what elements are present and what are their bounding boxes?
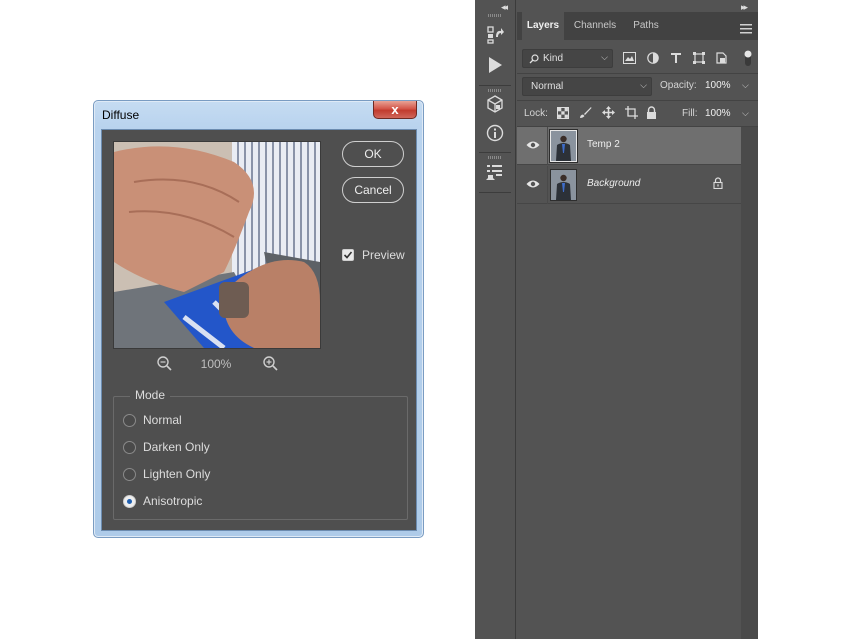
layers-scrollbar[interactable] <box>741 127 758 639</box>
filter-preview-image[interactable] <box>113 141 321 349</box>
layers-panel: Layers Channels Paths Kind ⌵ Normal ⌵ Op… <box>517 12 758 639</box>
radio-label: Normal <box>143 413 182 427</box>
tab-layers[interactable]: Layers <box>522 12 564 40</box>
tab-channels[interactable]: Channels <box>568 12 622 40</box>
mode-group: Mode Normal Darken Only Lighten Only Ani… <box>113 388 408 520</box>
filter-smart-object-icon[interactable] <box>715 52 727 64</box>
drag-grip-icon[interactable] <box>488 89 502 92</box>
panel-tabs: Layers Channels Paths <box>517 12 758 40</box>
drag-grip-icon[interactable] <box>488 14 502 17</box>
checkbox-checked-icon[interactable] <box>342 249 354 261</box>
radio-selected-icon[interactable] <box>123 495 136 508</box>
history-icon[interactable] <box>485 25 505 45</box>
layer-row-background[interactable]: Background <box>517 166 741 204</box>
eye-visibility-icon[interactable] <box>526 140 540 150</box>
radio-label: Anisotropic <box>143 494 203 508</box>
search-icon <box>529 54 539 64</box>
preview-label: Preview <box>362 248 405 262</box>
radio-icon[interactable] <box>123 414 136 427</box>
close-button[interactable]: x <box>373 101 417 119</box>
blend-mode-dropdown[interactable]: Normal ⌵ <box>522 77 652 96</box>
radio-icon[interactable] <box>123 441 136 454</box>
ok-button[interactable]: OK <box>342 141 404 167</box>
drag-grip-icon[interactable] <box>488 156 502 159</box>
filter-pixel-icon[interactable] <box>623 52 636 64</box>
filter-toggle-icon[interactable] <box>743 48 753 68</box>
zoom-out-icon[interactable] <box>156 355 174 373</box>
panel-menu-icon[interactable] <box>740 21 752 34</box>
preview-photo <box>114 142 320 348</box>
opacity-label: Opacity: <box>660 80 697 91</box>
layer-lock-icon[interactable] <box>713 177 723 189</box>
fill-label: Fill: <box>682 108 698 119</box>
radio-label: Lighten Only <box>143 467 211 481</box>
tab-paths[interactable]: Paths <box>626 12 666 40</box>
dialog-title: Diffuse <box>102 108 140 122</box>
blend-mode-value: Normal <box>531 81 564 92</box>
collapse-left-icon[interactable]: ◂◂ <box>501 2 508 13</box>
photoshop-panels: ◂◂ ▸▸ Layers Channels Paths Kind ⌵ Norma… <box>475 0 758 639</box>
chevron-down-icon: ⌵ <box>640 80 647 90</box>
play-actions-icon[interactable] <box>485 55 505 75</box>
lock-label: Lock: <box>524 108 548 119</box>
layer-name[interactable]: Background <box>587 178 640 189</box>
lock-image-pixels-icon[interactable] <box>579 106 592 119</box>
properties-icon[interactable] <box>485 162 505 182</box>
diffuse-dialog: Diffuse x 100% OK Cancel Preview Mode No… <box>93 100 424 538</box>
zoom-controls: 100% <box>156 355 286 373</box>
layer-row-temp-2[interactable]: Temp 2 <box>517 127 741 165</box>
layer-thumbnail[interactable] <box>550 169 577 201</box>
fill-chevron-icon[interactable]: ⌵ <box>742 108 749 119</box>
3d-cube-icon[interactable] <box>485 94 505 114</box>
zoom-in-icon[interactable] <box>262 355 280 373</box>
info-icon[interactable] <box>485 123 505 143</box>
zoom-level: 100% <box>200 357 232 371</box>
lock-transparent-pixels-icon[interactable] <box>557 107 569 119</box>
lock-artboard-icon[interactable] <box>625 106 638 119</box>
filter-shape-icon[interactable] <box>693 52 705 64</box>
dialog-body: 100% OK Cancel Preview Mode Normal Darke… <box>101 129 417 531</box>
chevron-down-icon: ⌵ <box>601 52 608 62</box>
lock-position-icon[interactable] <box>602 106 615 119</box>
filter-kind-dropdown[interactable]: Kind ⌵ <box>522 49 613 68</box>
layer-name[interactable]: Temp 2 <box>587 139 620 150</box>
radio-label: Darken Only <box>143 440 210 454</box>
layers-list: Temp 2 Background <box>517 127 758 639</box>
radio-icon[interactable] <box>123 468 136 481</box>
mode-legend: Mode <box>130 388 171 402</box>
lock-all-icon[interactable] <box>646 106 657 119</box>
opacity-value[interactable]: 100% <box>705 80 731 91</box>
layer-thumbnail[interactable] <box>549 129 578 163</box>
opacity-chevron-icon[interactable]: ⌵ <box>742 80 749 91</box>
cancel-button[interactable]: Cancel <box>342 177 404 203</box>
fill-value[interactable]: 100% <box>705 108 731 119</box>
filter-adjustment-icon[interactable] <box>647 52 659 64</box>
eye-visibility-icon[interactable] <box>526 179 540 189</box>
filter-kind-value: Kind <box>543 53 564 64</box>
filter-type-icon[interactable] <box>670 52 682 64</box>
collapsed-panel-strip: ◂◂ <box>475 0 516 639</box>
